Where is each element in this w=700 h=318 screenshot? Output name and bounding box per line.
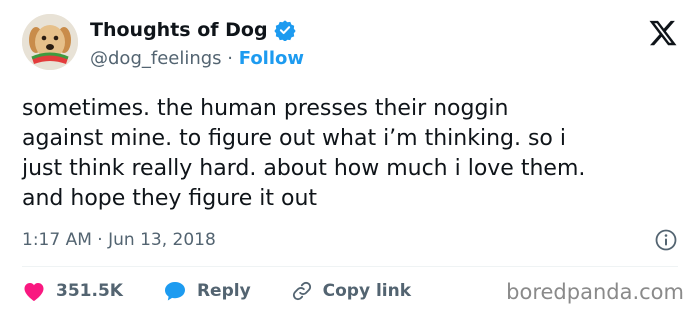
dog-avatar-image	[22, 14, 78, 70]
author-handle-row: @dog_feelings · Follow	[90, 48, 304, 69]
tweet-actions-bar: 351.5K Reply Copy link	[22, 278, 451, 304]
tweet-date[interactable]: Jun 13, 2018	[108, 230, 216, 250]
speech-bubble-icon	[164, 282, 185, 301]
copy-link-label: Copy link	[322, 281, 412, 301]
reply-button[interactable]: Reply	[163, 280, 251, 302]
tweet-text: sometimes. the human presses their noggi…	[22, 96, 586, 211]
tweet-timestamp[interactable]: 1:17 AM · Jun 13, 2018	[22, 230, 216, 250]
copy-link-button[interactable]: Copy link	[291, 280, 411, 302]
x-logo-icon[interactable]	[648, 18, 678, 48]
likes-count: 351.5K	[56, 281, 123, 301]
author-handle[interactable]: @dog_feelings	[90, 48, 222, 69]
heart-icon	[24, 283, 44, 301]
meta-separator: ·	[91, 230, 109, 250]
divider	[22, 266, 678, 267]
author-display-name[interactable]: Thoughts of Dog	[90, 19, 268, 41]
reply-label: Reply	[196, 281, 251, 301]
link-icon	[292, 281, 311, 301]
tweet-time[interactable]: 1:17 AM	[22, 230, 92, 250]
avatar[interactable]	[22, 14, 78, 70]
like-button[interactable]: 351.5K	[22, 280, 123, 302]
handle-separator: ·	[221, 48, 239, 69]
watermark: boredpanda.com	[506, 280, 684, 304]
author-name-row: Thoughts of Dog	[90, 19, 296, 42]
info-icon[interactable]	[654, 228, 678, 252]
follow-button[interactable]: Follow	[239, 48, 304, 69]
verified-badge-icon	[273, 19, 296, 42]
